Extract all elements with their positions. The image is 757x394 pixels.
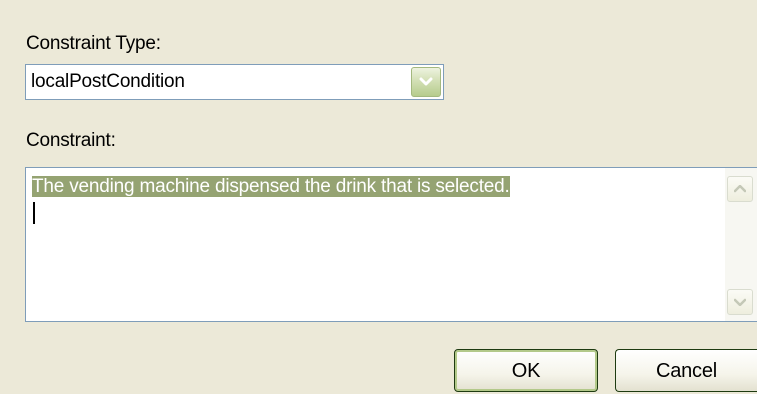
constraint-dialog: Constraint Type: localPostCondition Cons… [0, 0, 757, 394]
scroll-up-button[interactable] [727, 176, 753, 202]
constraint-type-label: Constraint Type: [26, 33, 161, 54]
scroll-down-arrow-icon [734, 298, 746, 306]
dropdown-arrow-button[interactable] [411, 67, 441, 97]
chevron-down-icon [419, 77, 433, 86]
cancel-button[interactable]: Cancel [615, 349, 757, 392]
constraint-type-dropdown[interactable]: localPostCondition [25, 64, 444, 100]
constraint-type-selected-value: localPostCondition [31, 71, 185, 92]
vertical-scrollbar[interactable] [725, 168, 757, 321]
scroll-down-button[interactable] [727, 289, 753, 315]
constraint-text-area[interactable]: The vending machine dispensed the drink … [25, 167, 757, 322]
text-caret [33, 202, 35, 224]
constraint-label: Constraint: [26, 130, 116, 151]
constraint-text-content[interactable]: The vending machine dispensed the drink … [32, 176, 510, 198]
selected-constraint-text: The vending machine dispensed the drink … [32, 176, 510, 197]
ok-button[interactable]: OK [454, 349, 598, 392]
scroll-up-arrow-icon [734, 185, 746, 193]
